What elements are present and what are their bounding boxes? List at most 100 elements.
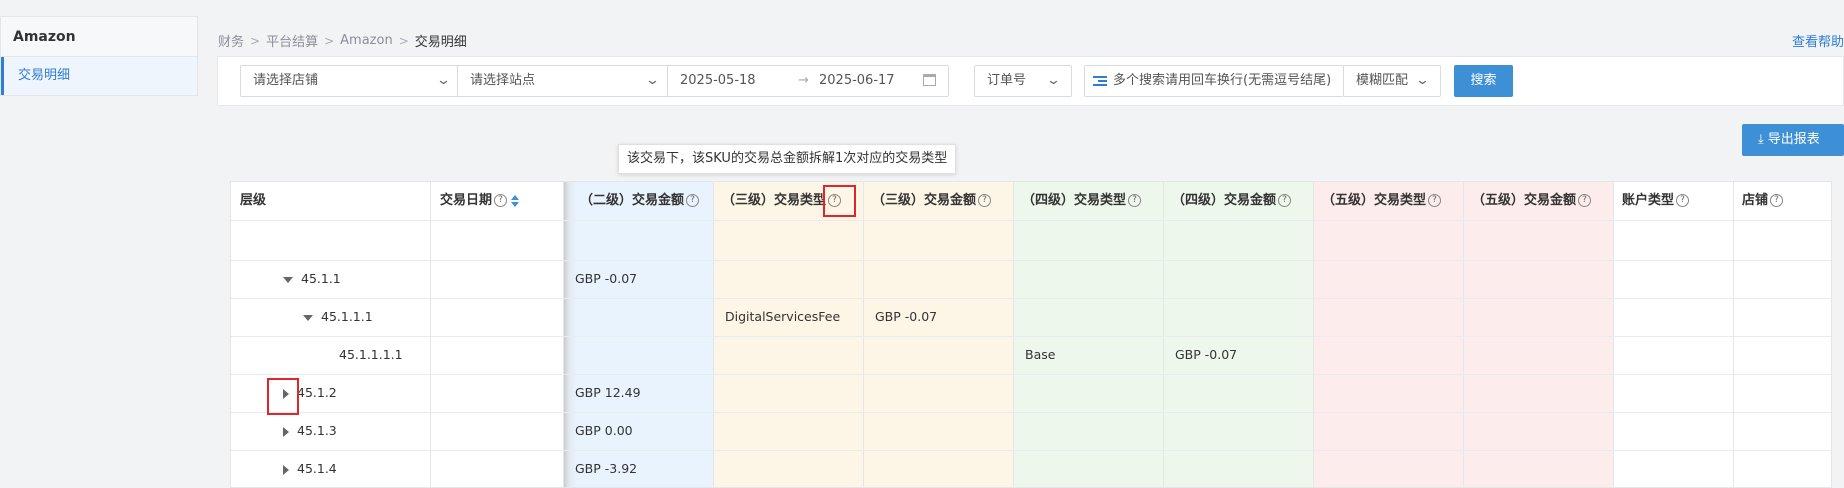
help-icon[interactable]: ? xyxy=(494,194,508,207)
chevron-down-icon: ⌄ xyxy=(435,73,452,88)
header-l3-type-label: （三级）交易类型 xyxy=(722,193,827,208)
tooltip: 该交易下，该SKU的交易总金额拆解1次对应的交易类型 xyxy=(618,144,957,174)
export-report-button[interactable]: ⤓ 导出报表 xyxy=(1742,124,1844,156)
help-icon[interactable]: ? xyxy=(1578,194,1592,207)
order-type-select[interactable]: 订单号 ⌄ xyxy=(974,65,1072,97)
transactions-table: 层级 交易日期? （二级）交易金额? （三级）交易类型? （三级）交易金额? （… xyxy=(230,181,1832,488)
sidebar-item-transactions[interactable]: 交易明细 xyxy=(1,57,197,95)
help-icon[interactable]: ? xyxy=(1676,194,1690,207)
level-label: 45.1.1 xyxy=(301,271,341,286)
header-l4-type-label: （四级）交易类型 xyxy=(1022,193,1127,208)
header-level: 层级 xyxy=(240,193,267,208)
help-icon[interactable]: ? xyxy=(1128,194,1142,207)
cell-l2-amount: GBP 12.49 xyxy=(575,385,641,400)
header-date-label: 交易日期 xyxy=(440,193,493,208)
highlight-box xyxy=(267,378,299,415)
help-icon[interactable]: ? xyxy=(1428,194,1442,207)
shop-select[interactable]: 请选择店铺 ⌄ xyxy=(240,65,462,97)
level-label: 45.1.1.1 xyxy=(321,309,373,324)
search-button[interactable]: 搜索 xyxy=(1454,65,1513,97)
header-l2-amount: （二级）交易金额? xyxy=(580,182,700,220)
help-icon[interactable]: ? xyxy=(978,194,992,207)
header-account-type: 账户类型? xyxy=(1622,182,1690,220)
breadcrumb-current: 交易明细 xyxy=(414,35,467,50)
chevron-down-icon: ⌄ xyxy=(1414,73,1431,88)
cell-l2-amount: GBP -3.92 xyxy=(575,461,638,476)
shop-select-placeholder: 请选择店铺 xyxy=(253,73,319,88)
export-report-label: 导出报表 xyxy=(1767,132,1820,147)
breadcrumb-settlement[interactable]: 平台结算 xyxy=(266,31,318,50)
order-type-value: 订单号 xyxy=(987,73,1027,88)
caret-right-icon[interactable] xyxy=(283,464,289,475)
level-label: 45.1.1.1.1 xyxy=(339,347,403,362)
cell-l2-amount: GBP -0.07 xyxy=(575,271,638,286)
cell-l4-type: Base xyxy=(1025,347,1056,362)
download-icon: ⤓ xyxy=(1758,132,1764,147)
cell-l4-amount: GBP -0.07 xyxy=(1175,347,1238,362)
header-account-type-label: 账户类型 xyxy=(1622,193,1675,208)
cell-l3-amount: GBP -0.07 xyxy=(875,309,938,324)
multi-search-placeholder: 多个搜索请用回车换行(无需逗号结尾) xyxy=(1113,73,1332,88)
cell-l3-type: DigitalServicesFee xyxy=(725,309,841,324)
help-icon[interactable]: ? xyxy=(1770,194,1784,207)
caret-down-icon[interactable] xyxy=(283,276,293,283)
table-row-level[interactable]: 45.1.4 xyxy=(283,450,337,487)
header-l5-amount-label: （五级）交易金额 xyxy=(1472,193,1577,208)
date-start[interactable]: 2025-05-18 xyxy=(680,73,756,88)
help-link[interactable]: 查看帮助 xyxy=(1792,31,1844,50)
breadcrumb: 财务 > 平台结算 > Amazon > 交易明细 xyxy=(218,31,467,50)
header-l4-amount: （四级）交易金额? xyxy=(1172,182,1292,220)
calendar-icon xyxy=(923,74,936,86)
highlight-box xyxy=(823,185,856,217)
header-l3-amount: （三级）交易金额? xyxy=(872,182,992,220)
header-date[interactable]: 交易日期? xyxy=(440,182,520,220)
site-select-placeholder: 请选择站点 xyxy=(470,73,536,88)
caret-right-icon[interactable] xyxy=(283,426,289,437)
list-icon xyxy=(1093,74,1107,88)
help-icon[interactable]: ? xyxy=(686,194,700,207)
sidebar-title: Amazon xyxy=(1,17,197,57)
table-row-level[interactable]: 45.1.1.1 xyxy=(303,298,373,336)
sort-icon[interactable] xyxy=(511,194,520,207)
header-l4-type: （四级）交易类型? xyxy=(1022,182,1142,220)
chevron-right-icon: > xyxy=(324,33,335,48)
table-row-level: 45.1.1.1.1 xyxy=(339,336,403,374)
breadcrumb-amazon[interactable]: Amazon xyxy=(340,33,393,48)
column-l5-amount xyxy=(1464,182,1614,487)
date-range-picker[interactable]: 2025-05-18 → 2025-06-17 xyxy=(667,65,949,97)
site-select[interactable]: 请选择站点 ⌄ xyxy=(457,65,671,97)
header-l5-amount: （五级）交易金额? xyxy=(1472,182,1592,220)
header-l5-type: （五级）交易类型? xyxy=(1322,182,1442,220)
column-l4-amount xyxy=(1164,182,1314,487)
level-label: 45.1.2 xyxy=(297,385,337,400)
sidebar: Amazon 交易明细 xyxy=(0,16,198,96)
header-l3-amount-label: （三级）交易金额 xyxy=(872,193,977,208)
header-shop: 店铺? xyxy=(1742,182,1784,220)
help-icon[interactable]: ? xyxy=(1278,194,1292,207)
header-l2-amount-label: （二级）交易金额 xyxy=(580,193,685,208)
header-l4-amount-label: （四级）交易金额 xyxy=(1172,193,1277,208)
header-l5-type-label: （五级）交易类型 xyxy=(1322,193,1427,208)
chevron-down-icon: ⌄ xyxy=(644,73,661,88)
chevron-right-icon: > xyxy=(398,33,409,48)
cell-l2-amount: GBP 0.00 xyxy=(575,423,633,438)
header-shop-label: 店铺 xyxy=(1742,193,1769,208)
table-row-level[interactable]: 45.1.3 xyxy=(283,412,337,450)
arrow-right-icon: → xyxy=(798,73,809,88)
level-label: 45.1.3 xyxy=(297,423,337,438)
multi-search-input[interactable]: 多个搜索请用回车换行(无需逗号结尾) xyxy=(1084,65,1344,97)
column-l4-type xyxy=(1014,182,1164,487)
column-shop xyxy=(1734,182,1831,487)
breadcrumb-finance[interactable]: 财务 xyxy=(218,31,244,50)
match-mode-select[interactable]: 模糊匹配 ⌄ xyxy=(1343,65,1441,97)
column-l5-type xyxy=(1314,182,1464,487)
column-date xyxy=(431,182,564,487)
chevron-right-icon: > xyxy=(250,33,261,48)
date-end[interactable]: 2025-06-17 xyxy=(819,66,895,96)
caret-down-icon[interactable] xyxy=(303,314,313,321)
level-label: 45.1.4 xyxy=(297,461,337,476)
table-row-level[interactable]: 45.1.1 xyxy=(283,260,341,298)
column-account-type xyxy=(1614,182,1734,487)
filter-bar: 请选择店铺 ⌄ 请选择站点 ⌄ 2025-05-18 → 2025-06-17 … xyxy=(217,56,1844,106)
chevron-down-icon: ⌄ xyxy=(1045,73,1062,88)
